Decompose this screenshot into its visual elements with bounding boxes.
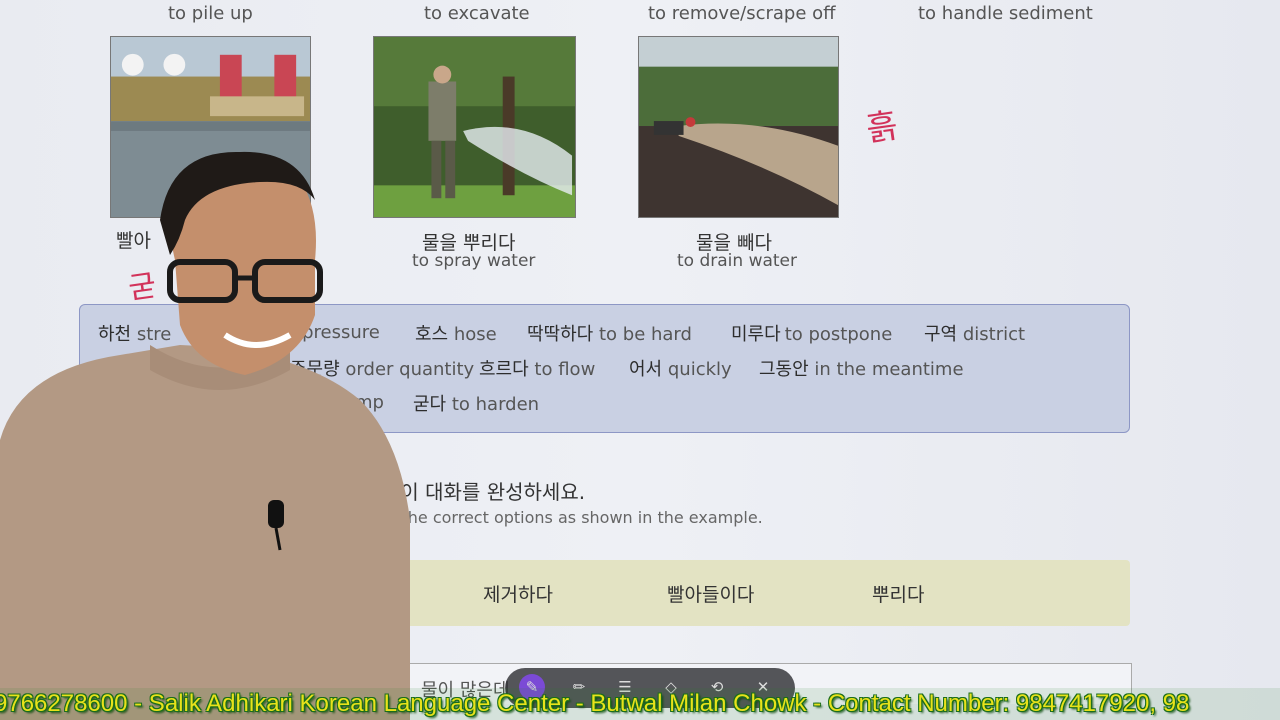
caption-en-drain: to drain water <box>677 251 798 271</box>
vocab-item: 호스 hose <box>415 320 497 346</box>
contact-ticker: 9766278600 - Salik Adhikari Korean Langu… <box>0 688 1280 720</box>
vocab-item: 어서 quickly <box>629 355 732 381</box>
vocab-ko: 어서 <box>629 359 663 380</box>
vocab-item: 미루다 to postpone <box>731 320 892 346</box>
vocab-item: 구역 district <box>924 320 1025 346</box>
drain-water-photo-icon <box>639 37 838 217</box>
instruction-english: th the correct options as shown in the e… <box>380 508 763 527</box>
caption-remove: to remove/scrape off <box>648 3 836 24</box>
caption-pile-up: to pile up <box>168 3 253 24</box>
ticker-text: 9766278600 - Salik Adhikari Korean Langu… <box>0 690 1190 717</box>
caption-excavate: to excavate <box>424 3 530 24</box>
option-suck-in[interactable]: 빨아들이다 <box>667 580 754 607</box>
vocab-ko: 흐르다 <box>479 359 529 380</box>
vocab-en: to flow <box>534 359 596 380</box>
vocab-en: hose <box>453 324 497 345</box>
vocab-item: 딱딱하다 to be hard <box>527 320 692 346</box>
vocab-en: to postpone <box>784 324 893 345</box>
presenter-video <box>0 151 410 720</box>
vocab-en: quickly <box>667 359 732 380</box>
vocab-ko: 구역 <box>924 324 958 345</box>
vocab-en: to be hard <box>598 324 692 345</box>
option-remove[interactable]: 제거하다 <box>483 580 553 607</box>
caption-sediment: to handle sediment <box>918 3 1093 24</box>
drain-water-photo <box>638 36 839 218</box>
vocab-ko: 그동안 <box>759 359 809 380</box>
vocab-en: to harden <box>451 394 540 415</box>
vocab-en: in the meantime <box>814 359 964 380</box>
vocab-ko: 딱딱하다 <box>527 324 594 345</box>
vocab-item: 그동안 in the meantime <box>759 355 964 381</box>
handwritten-note-soil: 흙 <box>863 105 901 150</box>
vocab-en: district <box>962 324 1026 345</box>
vocab-item: 흐르다 to flow <box>479 355 595 381</box>
vocab-ko: 미루다 <box>731 324 781 345</box>
option-spray[interactable]: 뿌리다 <box>872 580 924 607</box>
vocab-item: 굳다 to harden <box>413 390 539 416</box>
caption-en-spray: to spray water <box>412 251 536 271</box>
